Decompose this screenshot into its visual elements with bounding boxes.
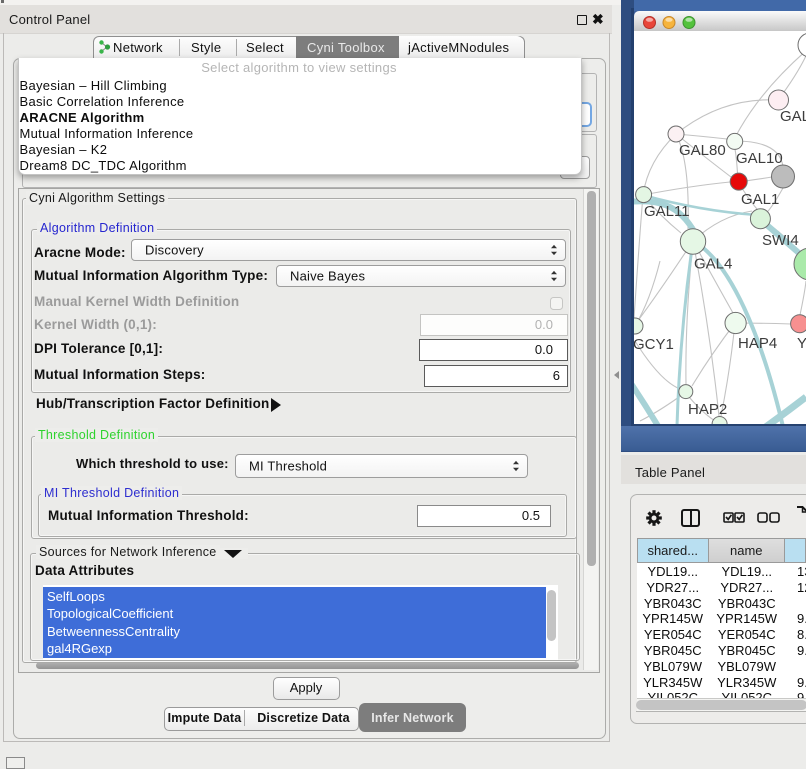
svg-text:GAL80: GAL80: [679, 142, 726, 159]
svg-text:SWI4: SWI4: [762, 232, 799, 249]
svg-text:GCY1: GCY1: [634, 336, 674, 353]
svg-text:GAL1: GAL1: [741, 191, 779, 208]
svg-text:HAP2: HAP2: [688, 401, 727, 418]
svg-text:GAL10: GAL10: [736, 150, 783, 167]
svg-text:GAL11: GAL11: [644, 203, 690, 220]
svg-text:GAL: GAL: [780, 108, 806, 125]
svg-text:Y: Y: [797, 335, 806, 352]
svg-text:GAL4: GAL4: [694, 255, 732, 272]
svg-text:HAP4: HAP4: [738, 335, 777, 352]
